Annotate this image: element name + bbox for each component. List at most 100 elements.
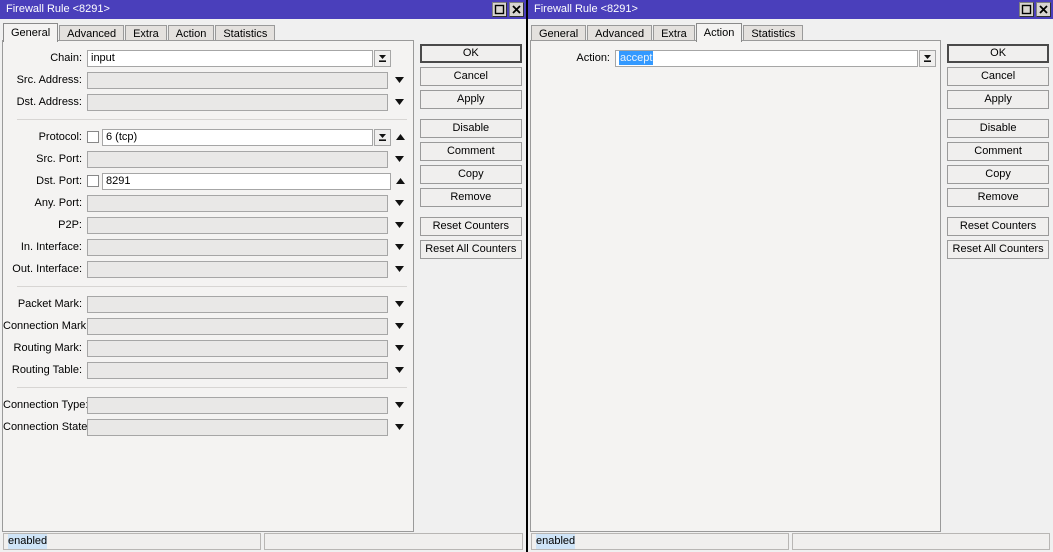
comment-button[interactable]: Comment — [947, 142, 1049, 161]
input-dst-port[interactable]: 8291 — [102, 172, 391, 190]
label-out-interface: Out. Interface: — [12, 263, 82, 275]
dropdown-arrow-dst-address[interactable] — [390, 94, 409, 111]
input-action[interactable]: accept — [615, 49, 919, 67]
input-protocol[interactable]: 6 (tcp) — [102, 128, 373, 146]
label-any-port: Any. Port: — [34, 197, 82, 209]
input-in-interface[interactable] — [87, 238, 388, 256]
input-packet-mark[interactable] — [87, 295, 388, 313]
input-src-port[interactable] — [87, 150, 388, 168]
checkbox-protocol[interactable] — [87, 131, 99, 143]
label-chain: Chain: — [50, 52, 82, 64]
input-src-address[interactable] — [87, 71, 388, 89]
input-dst-address[interactable] — [87, 93, 388, 111]
maximize-icon[interactable] — [1019, 2, 1034, 17]
input-chain[interactable]: input — [87, 49, 373, 67]
input-value-chain: input — [91, 51, 115, 64]
input-any-port[interactable] — [87, 194, 388, 212]
copy-button[interactable]: Copy — [419, 165, 522, 184]
input-value-protocol: 6 (tcp) — [106, 130, 138, 143]
window-controls — [1019, 2, 1051, 17]
field-row-connection-mark: Connection Mark: — [3, 315, 413, 337]
field-row-routing-mark: Routing Mark: — [3, 337, 413, 359]
input-routing-table[interactable] — [87, 361, 388, 379]
dropdown-button-protocol[interactable] — [373, 128, 391, 146]
status-bar: enabled — [528, 532, 1053, 552]
label-src-port: Src. Port: — [36, 153, 82, 165]
disable-button[interactable]: Disable — [419, 119, 522, 138]
apply-button[interactable]: Apply — [419, 90, 522, 109]
dropdown-arrow-connection-type[interactable] — [390, 397, 409, 414]
title-bar[interactable]: Firewall Rule <8291> — [528, 0, 1053, 19]
dropdown-arrow-src-port[interactable] — [390, 151, 409, 168]
field-row-p2p: P2P: — [3, 214, 413, 236]
form-panel: Chain: input Src. Address: Dst. Address: Pro… — [2, 40, 414, 532]
label-action: Action: — [576, 52, 610, 64]
collapse-arrow-protocol[interactable] — [393, 129, 409, 146]
status-secondary — [792, 533, 1050, 550]
close-icon[interactable] — [509, 2, 524, 17]
dropdown-arrow-any-port[interactable] — [390, 195, 409, 212]
dialog-body: Chain: input Src. Address: Dst. Address: Pro… — [0, 40, 526, 532]
reset-counters-button[interactable]: Reset Counters — [947, 217, 1049, 236]
status-secondary — [264, 533, 523, 550]
dropdown-arrow-p2p[interactable] — [390, 217, 409, 234]
dropdown-arrow-in-interface[interactable] — [390, 239, 409, 256]
dropdown-arrow-routing-table[interactable] — [390, 362, 409, 379]
reset-all-counters-button[interactable]: Reset All Counters — [947, 240, 1049, 259]
input-out-interface[interactable] — [87, 260, 388, 278]
tab-strip: General Advanced Extra Action Statistics — [0, 19, 526, 42]
checkbox-dst-port[interactable] — [87, 175, 99, 187]
ok-button[interactable]: OK — [419, 44, 522, 63]
window-controls — [492, 2, 524, 17]
input-connection-type[interactable] — [87, 396, 388, 414]
dropdown-button-action[interactable] — [919, 49, 937, 67]
dropdown-arrow-out-interface[interactable] — [390, 261, 409, 278]
tab-general[interactable]: General — [3, 23, 59, 42]
cancel-button[interactable]: Cancel — [419, 67, 522, 86]
copy-button[interactable]: Copy — [947, 165, 1049, 184]
status-text: enabled — [3, 533, 261, 550]
apply-button[interactable]: Apply — [947, 90, 1049, 109]
dropdown-arrow-src-address[interactable] — [390, 72, 409, 89]
comment-button[interactable]: Comment — [419, 142, 522, 161]
input-p2p[interactable] — [87, 216, 388, 234]
field-row-out-interface: Out. Interface: — [3, 258, 413, 280]
status-value: enabled — [8, 534, 48, 549]
dropdown-arrow-packet-mark[interactable] — [390, 296, 409, 313]
label-routing-table: Routing Table: — [11, 364, 82, 376]
dropdown-arrow-routing-mark[interactable] — [390, 340, 409, 357]
dropdown-arrow-connection-mark[interactable] — [390, 318, 409, 335]
ok-button[interactable]: OK — [947, 44, 1049, 63]
maximize-icon[interactable] — [492, 2, 507, 17]
remove-button[interactable]: Remove — [419, 188, 522, 207]
dialog-body: Action: accept OK Cancel Apply Disable Comment… — [528, 40, 1053, 532]
field-row-dst-address: Dst. Address: — [3, 91, 413, 113]
title-bar[interactable]: Firewall Rule <8291> — [0, 0, 526, 19]
status-bar: enabled — [0, 532, 526, 552]
status-text: enabled — [531, 533, 789, 550]
window-title: Firewall Rule <8291> — [534, 3, 638, 15]
label-dst-address: Dst. Address: — [16, 96, 82, 108]
label-packet-mark: Packet Mark: — [17, 298, 82, 310]
input-routing-mark[interactable] — [87, 339, 388, 357]
form: Chain: input Src. Address: Dst. Address: Pro… — [3, 41, 413, 438]
remove-button[interactable]: Remove — [947, 188, 1049, 207]
button-column: OK Cancel Apply Disable Comment Copy Remove Res… — [947, 40, 1049, 532]
reset-all-counters-button[interactable]: Reset All Counters — [419, 240, 522, 259]
collapse-arrow-dst-port[interactable] — [393, 173, 409, 190]
disable-button[interactable]: Disable — [947, 119, 1049, 138]
label-connection-state: Connection State: — [3, 421, 91, 433]
dropdown-arrow-connection-state[interactable] — [390, 419, 409, 436]
close-icon[interactable] — [1036, 2, 1051, 17]
tab-action[interactable]: Action — [695, 23, 743, 42]
reset-counters-button[interactable]: Reset Counters — [419, 217, 522, 236]
desktop: Firewall Rule <8291> General Advanced Extra… — [0, 0, 1053, 552]
label-connection-type: Connection Type: — [3, 399, 89, 411]
input-connection-state[interactable] — [87, 418, 388, 436]
input-connection-mark[interactable] — [87, 317, 388, 335]
field-row-connection-state: Connection State: — [3, 416, 413, 438]
dropdown-button-chain[interactable] — [373, 49, 391, 67]
field-row-routing-table: Routing Table: — [3, 359, 413, 381]
status-value: enabled — [536, 534, 576, 549]
cancel-button[interactable]: Cancel — [947, 67, 1049, 86]
